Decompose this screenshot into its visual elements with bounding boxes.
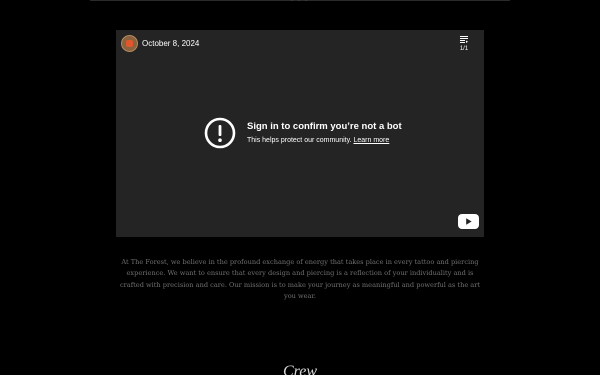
section-heading: Crew [282,363,318,375]
top-dots-decoration [290,0,308,1]
video-embed[interactable]: October 8, 2024 1/1 Sign in to confirm y… [116,30,484,237]
page: October 8, 2024 1/1 Sign in to confirm y… [0,0,600,375]
bot-check-message: Sign in to confirm you’re not a bot This… [204,117,444,151]
playlist-button[interactable]: 1/1 [457,36,471,53]
error-subtitle-text: This helps protect our community. [247,137,352,144]
channel-avatar[interactable] [121,35,138,52]
learn-more-link[interactable]: Learn more [353,137,389,144]
error-subtitle: This helps protect our community. Learn … [247,136,389,145]
about-description: At The Forest, we believe in the profoun… [119,257,481,301]
playlist-count: 1/1 [459,46,469,52]
exclamation-circle-icon [204,117,236,149]
youtube-logo[interactable] [458,214,479,229]
video-date: October 8, 2024 [142,39,200,48]
error-title: Sign in to confirm you’re not a bot [247,121,402,132]
playlist-icon [460,36,468,44]
